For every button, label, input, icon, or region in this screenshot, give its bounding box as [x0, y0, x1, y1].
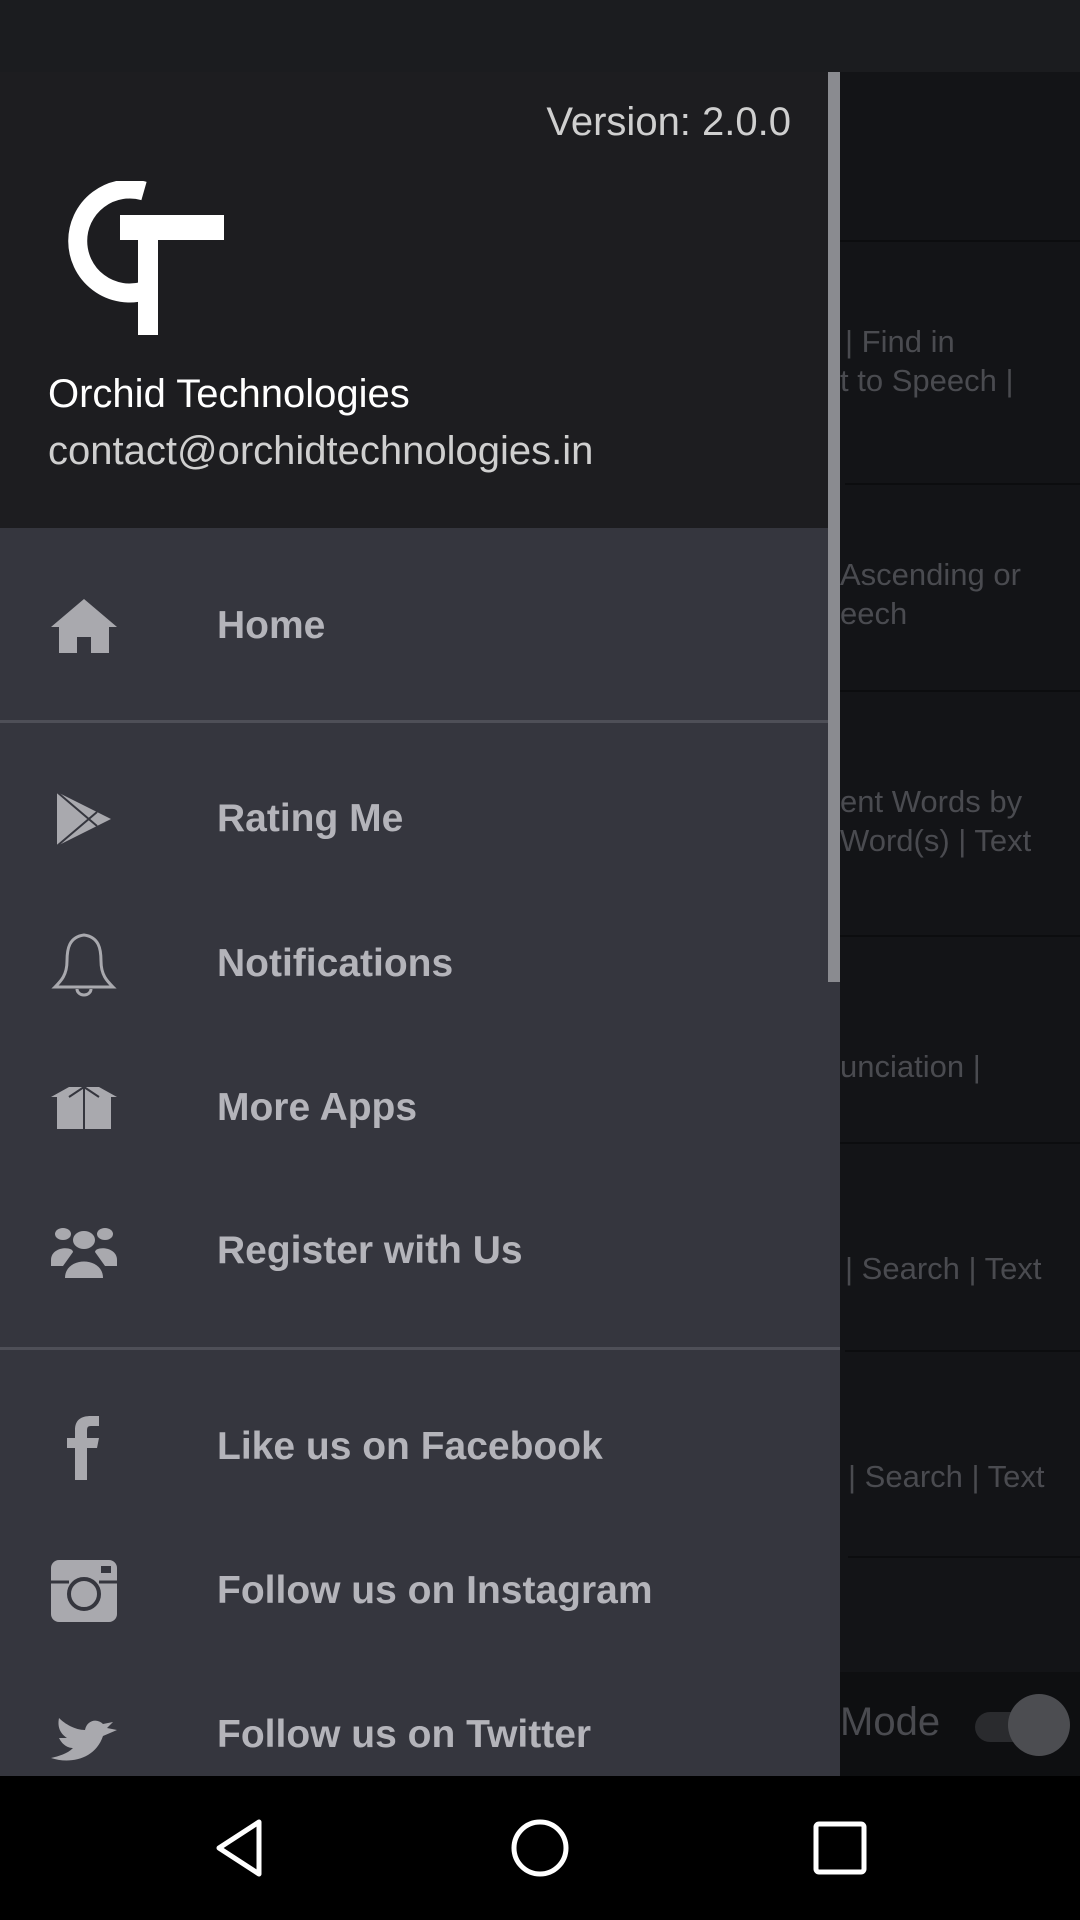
mode-bar: Mode — [840, 1672, 1080, 1776]
list-item-text: eech — [840, 596, 908, 631]
menu-item-register[interactable]: Register with Us — [0, 1179, 840, 1323]
list-item[interactable]: | Search | Text — [848, 1352, 1080, 1558]
mode-toggle-knob[interactable] — [1008, 1694, 1070, 1756]
system-nav-bar — [0, 1776, 1080, 1920]
contact-email[interactable]: contact@orchidtechnologies.in — [48, 429, 593, 474]
list-item[interactable]: unciation | — [840, 937, 1080, 1144]
list-item-text: ent Words by — [840, 784, 1023, 819]
org-name: Orchid Technologies — [48, 372, 410, 416]
version-text: Version: 2.0.0 — [546, 100, 791, 144]
list-item[interactable]: | Find in t to Speech | — [840, 242, 1080, 485]
list-item-text: | Find in — [845, 324, 955, 359]
list-item-text: unciation | — [840, 1049, 981, 1084]
play-store-icon — [56, 791, 111, 847]
menu-item-label: Follow us on Instagram — [217, 1569, 653, 1612]
divider — [0, 720, 840, 723]
list-item[interactable]: | Search | Text — [845, 1144, 1080, 1352]
orchid-logo — [68, 181, 224, 335]
menu-item-home[interactable]: Home — [0, 554, 840, 698]
users-icon — [51, 1228, 117, 1278]
menu-item-facebook[interactable]: Like us on Facebook — [0, 1375, 840, 1519]
list-item-text: | Search | Text — [848, 1459, 1045, 1494]
recents-icon[interactable] — [808, 1816, 872, 1880]
drawer-header: Version: 2.0.0 Orchid Technologies conta… — [0, 72, 840, 528]
instagram-icon — [51, 1560, 117, 1622]
drawer-scrollbar[interactable] — [828, 72, 840, 982]
list-item-text: Word(s) | Text — [840, 823, 1032, 858]
navigation-drawer: Version: 2.0.0 Orchid Technologies conta… — [0, 72, 840, 1776]
box-icon — [51, 1085, 117, 1129]
list-item[interactable]: Ascending or eech — [840, 485, 1080, 692]
twitter-icon — [51, 1718, 117, 1761]
list-item-text: t to Speech | — [840, 363, 1014, 398]
back-icon[interactable] — [209, 1816, 273, 1880]
toolbar-area — [840, 72, 1080, 242]
divider — [0, 1347, 840, 1350]
menu-item-label: Notifications — [217, 942, 454, 985]
menu-item-notifications[interactable]: Notifications — [0, 892, 840, 1036]
home-icon — [51, 599, 117, 653]
menu-item-label: Rating Me — [217, 797, 404, 840]
list-item-text: | Search | Text — [845, 1251, 1042, 1286]
menu-item-label: Like us on Facebook — [217, 1425, 603, 1468]
bell-icon — [51, 933, 117, 997]
menu-item-more-apps[interactable]: More Apps — [0, 1036, 840, 1180]
menu-item-rating[interactable]: Rating Me — [0, 747, 840, 891]
menu-item-label: Home — [217, 604, 326, 647]
status-bar — [0, 0, 1080, 72]
home-nav-icon[interactable] — [508, 1816, 572, 1880]
background-content: | Find in t to Speech | Ascending or eech … — [840, 72, 1080, 1776]
menu-item-label: Follow us on Twitter — [217, 1713, 592, 1756]
list-item[interactable]: ent Words by Word(s) | Text — [840, 692, 1080, 937]
menu-item-twitter[interactable]: Follow us on Twitter — [0, 1663, 840, 1776]
menu-item-label: More Apps — [217, 1086, 418, 1129]
facebook-icon — [67, 1416, 99, 1480]
menu-item-label: Register with Us — [217, 1229, 523, 1272]
list-item-text: Ascending or — [840, 557, 1021, 592]
mode-label: Mode — [840, 1700, 941, 1744]
menu-item-instagram[interactable]: Follow us on Instagram — [0, 1519, 840, 1663]
